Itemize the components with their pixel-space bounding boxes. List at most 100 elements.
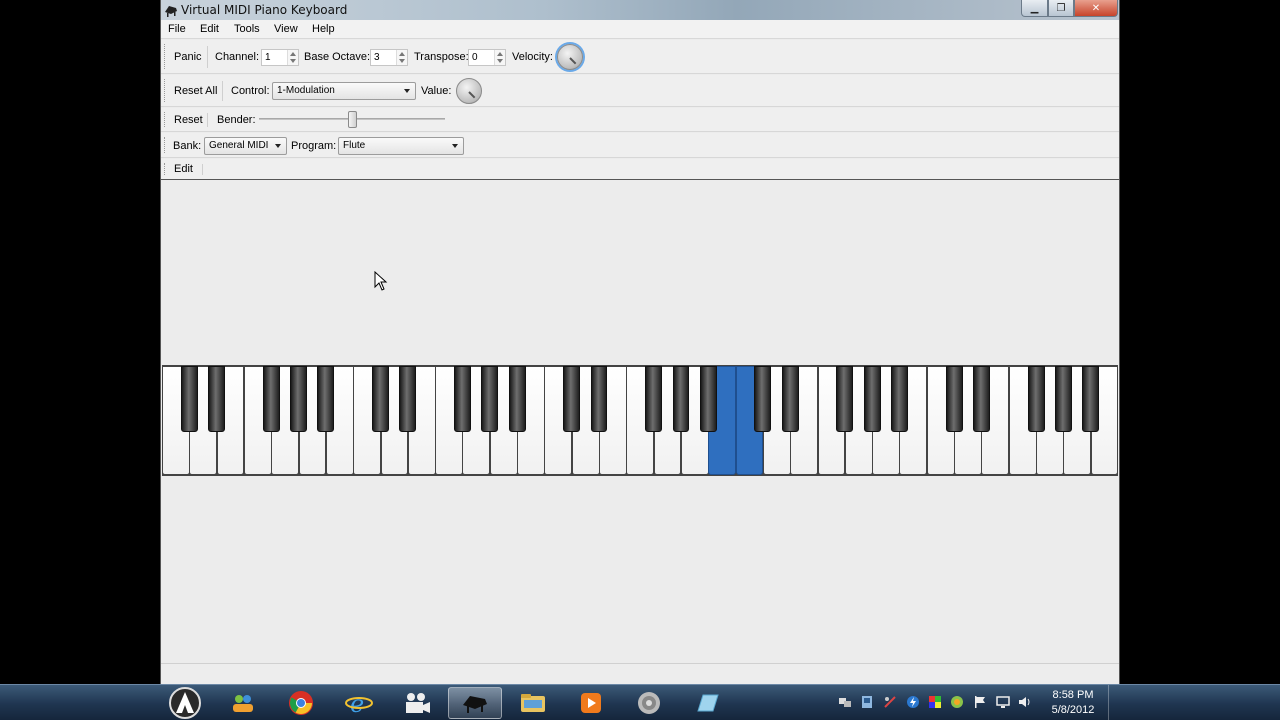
start-button[interactable] — [164, 686, 206, 720]
spin-up-icon[interactable] — [399, 52, 405, 56]
piano-black-key[interactable] — [863, 366, 881, 432]
clock-date[interactable]: 5/8/2012 — [1040, 704, 1106, 716]
tray-color-icon[interactable] — [928, 695, 942, 709]
speaker-app-icon — [638, 692, 660, 714]
spin-down-icon[interactable] — [497, 59, 503, 63]
close-button[interactable]: ✕ — [1074, 0, 1118, 17]
piano-black-key[interactable] — [208, 366, 226, 432]
transpose-spinbox[interactable]: 0 — [468, 49, 506, 66]
spin-up-icon[interactable] — [497, 52, 503, 56]
tray-network-icon[interactable] — [838, 695, 852, 709]
bank-value: General MIDI — [209, 140, 269, 151]
control-label: Control: — [231, 85, 270, 97]
reset-bender-button[interactable]: Reset — [174, 114, 203, 126]
menu-edit[interactable]: Edit — [200, 23, 219, 35]
menu-tools[interactable]: Tools — [234, 23, 260, 35]
piano-black-key[interactable] — [645, 366, 663, 432]
edit-button[interactable]: Edit — [174, 163, 193, 175]
piano-black-key[interactable] — [972, 366, 990, 432]
start-orb-icon — [169, 687, 201, 719]
close-icon: ✕ — [1091, 2, 1101, 14]
taskbar-notes[interactable] — [680, 687, 734, 719]
taskbar-video[interactable] — [390, 687, 444, 719]
video-camera-icon — [406, 693, 430, 713]
tray-flag-icon[interactable] — [973, 695, 987, 709]
piano-black-key[interactable] — [945, 366, 963, 432]
panic-button[interactable]: Panic — [174, 51, 202, 63]
velocity-knob[interactable] — [557, 44, 583, 70]
spin-down-icon[interactable] — [290, 59, 296, 63]
bank-combobox[interactable]: General MIDI — [204, 137, 287, 155]
piano-black-key[interactable] — [699, 366, 717, 432]
toolbar-grip[interactable] — [164, 44, 167, 69]
show-desktop-button[interactable] — [1108, 685, 1118, 720]
piano-black-key[interactable] — [262, 366, 280, 432]
svg-text:e: e — [350, 690, 364, 716]
toolbar-grip[interactable] — [164, 137, 167, 153]
taskbar-explorer[interactable] — [506, 687, 560, 719]
taskbar-ie[interactable]: e — [332, 687, 386, 719]
piano-black-key[interactable] — [563, 366, 581, 432]
transpose-value: 0 — [472, 52, 478, 63]
piano-black-key[interactable] — [1027, 366, 1045, 432]
piano-black-key[interactable] — [672, 366, 690, 432]
toolbar-grip[interactable] — [164, 79, 167, 102]
value-knob[interactable] — [456, 78, 482, 104]
control-value: 1-Modulation — [277, 85, 335, 96]
piano-black-key[interactable] — [180, 366, 198, 432]
piano-keyboard[interactable] — [162, 365, 1119, 476]
base-octave-spinbox[interactable]: 3 — [370, 49, 408, 66]
piano-black-key[interactable] — [754, 366, 772, 432]
tray-app-icon[interactable] — [950, 695, 964, 709]
tray-bolt-icon[interactable] — [906, 695, 920, 709]
bender-slider-handle[interactable] — [348, 111, 357, 128]
media-player-icon — [581, 693, 601, 713]
chevron-down-icon — [275, 144, 281, 148]
tray-tools-icon[interactable] — [883, 695, 897, 709]
piano-black-key[interactable] — [372, 366, 389, 432]
piano-black-key[interactable] — [836, 366, 854, 432]
piano-black-key[interactable] — [453, 366, 471, 432]
piano-black-key[interactable] — [891, 366, 908, 432]
piano-black-key[interactable] — [1082, 366, 1100, 432]
toolbar-grip[interactable] — [164, 112, 167, 127]
spin-down-icon[interactable] — [399, 59, 405, 63]
piano-black-key[interactable] — [590, 366, 608, 432]
control-combobox[interactable]: 1-Modulation — [272, 82, 416, 100]
piano-black-key[interactable] — [399, 366, 417, 432]
tray-display-icon[interactable] — [996, 695, 1010, 709]
piano-black-key[interactable] — [290, 366, 308, 432]
title-bar[interactable]: Virtual MIDI Piano Keyboard ▁ ❐ ✕ — [161, 0, 1119, 20]
piano-black-key[interactable] — [1054, 366, 1072, 432]
tray-device-icon[interactable] — [860, 695, 874, 709]
piano-black-key[interactable] — [481, 366, 499, 432]
taskbar-media-player[interactable] — [564, 687, 618, 719]
toolbar-grip[interactable] — [164, 163, 167, 175]
toolbar-separator — [207, 46, 208, 68]
menu-view[interactable]: View — [274, 23, 298, 35]
toolbar-bender: Reset Bender: — [161, 108, 1119, 132]
maximize-button[interactable]: ❐ — [1048, 0, 1074, 17]
channel-spinbox[interactable]: 1 — [261, 49, 299, 66]
toolbar-notes: Panic Channel: 1 Base Octave: 3 Transpos… — [161, 40, 1119, 74]
toolbar-edit: Edit — [161, 159, 1119, 180]
program-combobox[interactable]: Flute — [338, 137, 464, 155]
taskbar-people[interactable] — [216, 687, 270, 719]
reset-all-button[interactable]: Reset All — [174, 85, 217, 97]
menu-file[interactable]: File — [168, 23, 186, 35]
taskbar-vmpk[interactable] — [448, 687, 502, 719]
menu-help[interactable]: Help — [312, 23, 335, 35]
taskbar-chrome[interactable] — [274, 687, 328, 719]
piano-black-key[interactable] — [508, 366, 526, 432]
program-value: Flute — [343, 140, 366, 151]
clock-time[interactable]: 8:58 PM — [1040, 689, 1106, 701]
ie-icon: e — [345, 690, 373, 716]
bender-label: Bender: — [217, 114, 256, 126]
piano-black-key[interactable] — [781, 366, 799, 432]
volume-icon[interactable] — [1018, 695, 1032, 709]
status-bar — [161, 663, 1119, 684]
spin-up-icon[interactable] — [290, 52, 296, 56]
minimize-button[interactable]: ▁ — [1021, 0, 1048, 17]
piano-black-key[interactable] — [317, 366, 335, 432]
taskbar-speaker-app[interactable] — [622, 687, 676, 719]
